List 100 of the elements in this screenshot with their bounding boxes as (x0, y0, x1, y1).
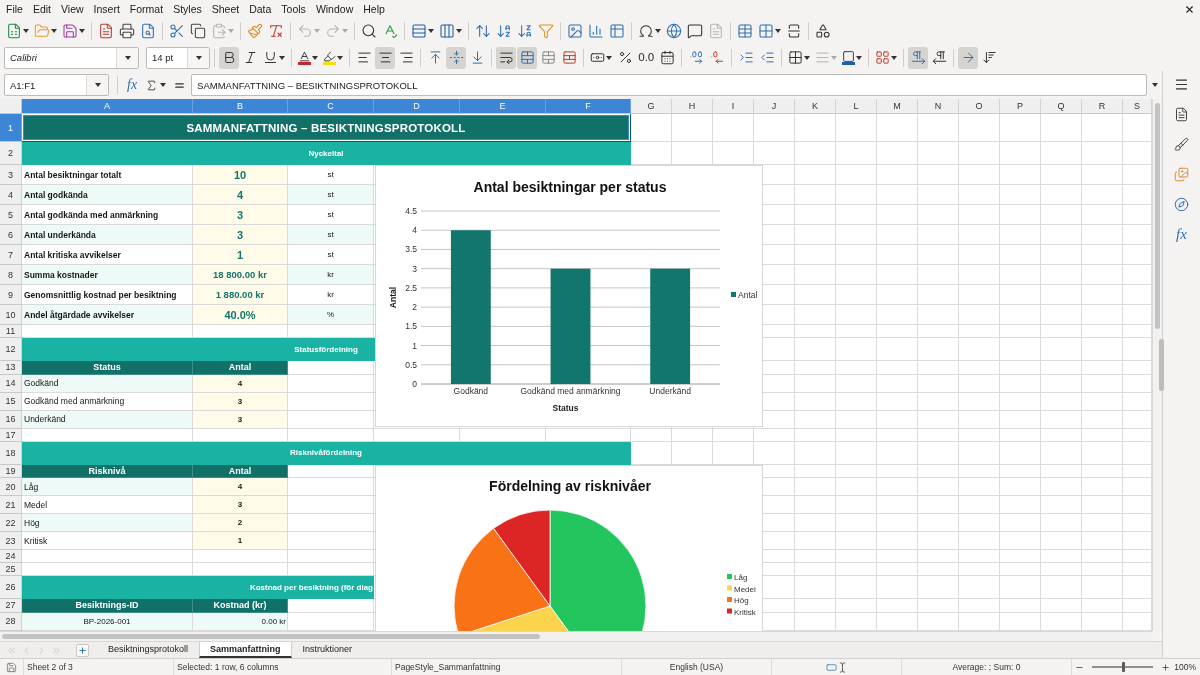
scrollbar-thumb[interactable] (2, 634, 540, 639)
axis-category-label: Godkänd (453, 386, 489, 396)
row-header[interactable]: 23 (0, 532, 22, 550)
center-vertically-icon (448, 50, 464, 65)
page-style-text[interactable]: PageStyle_Sammanfattning (395, 662, 501, 672)
menu-item[interactable]: Format (124, 1, 169, 17)
selection-mode-icon[interactable] (825, 661, 848, 673)
column-header[interactable]: D (374, 99, 460, 114)
row-header[interactable]: 24 (0, 550, 22, 563)
row-header[interactable]: 20 (0, 478, 22, 496)
add-sheet-button[interactable] (76, 644, 89, 657)
highlighter-icon (323, 50, 336, 65)
menu-item[interactable]: Insert (88, 1, 125, 17)
row-header[interactable]: 5 (0, 205, 22, 225)
wrap-text-icon (498, 50, 514, 65)
table-columns-icon (439, 23, 455, 39)
percent-icon (617, 50, 633, 65)
row-header[interactable]: 27 (0, 599, 22, 613)
menu-item[interactable]: File (1, 1, 28, 17)
column-header[interactable]: R (1082, 99, 1123, 114)
row-header[interactable]: 13 (0, 361, 22, 375)
column-header[interactable]: H (672, 99, 713, 114)
row-header[interactable]: 1 (0, 114, 22, 142)
sheet-tab[interactable]: Sammanfattning (199, 642, 292, 658)
menu-item[interactable]: Styles (168, 1, 207, 17)
row-header[interactable]: 10 (0, 305, 22, 325)
horizontal-scrollbar[interactable] (0, 631, 1152, 641)
row-header[interactable]: 7 (0, 245, 22, 265)
formula-input-field[interactable]: SAMMANFATTNING – BESIKTNINGSPROTOKOLL (191, 74, 1147, 96)
menu-item[interactable]: Data (244, 1, 277, 17)
dropdown-button[interactable] (187, 47, 209, 68)
align-center-button[interactable] (375, 46, 395, 69)
column-header[interactable]: O (959, 99, 1000, 114)
column-header[interactable]: G (631, 99, 672, 114)
column-header[interactable]: N (918, 99, 959, 114)
column-header[interactable]: E (460, 99, 546, 114)
merge-center-button[interactable] (517, 46, 537, 69)
language-text[interactable]: English (USA) (669, 662, 724, 672)
column-header[interactable]: L (836, 99, 877, 114)
sheet-tab[interactable]: Instruktioner (291, 642, 364, 658)
row-header[interactable]: 4 (0, 185, 22, 205)
styles-button[interactable] (1172, 136, 1191, 153)
column-header[interactable]: F (546, 99, 631, 114)
center-vertically-button[interactable] (446, 46, 466, 69)
zoom-slider-thumb[interactable] (1121, 662, 1125, 672)
navigator-button[interactable] (1172, 196, 1191, 213)
undo-icon (297, 23, 313, 39)
sidebar-handle[interactable] (1159, 339, 1164, 391)
wrap-text-button[interactable] (496, 46, 516, 69)
font-name-field[interactable]: Calibri (4, 46, 139, 69)
menu-item[interactable]: Edit (27, 1, 56, 17)
column-header[interactable]: C (288, 99, 374, 114)
column-header[interactable]: A (22, 99, 193, 114)
caret-icon (831, 55, 837, 60)
omega-icon (638, 23, 654, 39)
function-wizard-button[interactable]: fx (124, 74, 141, 96)
dropdown-button[interactable] (86, 75, 108, 95)
column-header[interactable]: I (713, 99, 754, 114)
row-header[interactable]: 3 (0, 165, 22, 185)
row-header[interactable]: 12 (0, 338, 22, 361)
column-header[interactable]: K (795, 99, 836, 114)
sheet-cell: 1 880.00 kr (193, 285, 288, 305)
number-format-button[interactable]: 0.0 (636, 46, 656, 69)
menu-item[interactable]: View (56, 1, 89, 17)
row-header[interactable]: 2 (0, 142, 22, 165)
row-header[interactable]: 21 (0, 496, 22, 514)
column-header[interactable]: S (1123, 99, 1152, 114)
column-header[interactable]: P (1000, 99, 1041, 114)
legend-label: Medel (734, 584, 756, 594)
column-header[interactable]: M (877, 99, 918, 114)
menu-item[interactable]: Help (358, 1, 390, 17)
sheet-tab[interactable]: Besiktningsprotokoll (97, 642, 200, 658)
bold-button[interactable] (219, 46, 239, 69)
globe-icon (666, 23, 682, 39)
column-header[interactable]: Q (1041, 99, 1082, 114)
row-header[interactable]: 9 (0, 285, 22, 305)
save-icon[interactable] (6, 661, 17, 673)
menu-item[interactable]: Tools (276, 1, 311, 17)
zoom-percentage[interactable]: 100% (1174, 662, 1196, 672)
row-header[interactable]: 22 (0, 514, 22, 532)
left-to-right-button[interactable] (908, 46, 928, 69)
column-header[interactable]: J (754, 99, 795, 114)
menu-item[interactable]: Window (310, 1, 359, 17)
sheet-position-text: Sheet 2 of 3 (27, 662, 73, 672)
menu-item[interactable]: Sheet (206, 1, 245, 17)
row-header[interactable]: 25 (0, 563, 22, 576)
indent-increase-icon (738, 50, 754, 65)
row-header[interactable]: 26 (0, 576, 22, 599)
row-header[interactable]: 18 (0, 441, 22, 465)
row-header[interactable]: 8 (0, 265, 22, 285)
caret-icon (23, 29, 29, 33)
dropdown-button[interactable] (116, 47, 138, 68)
column-header[interactable]: B (193, 99, 288, 114)
name-box-field[interactable]: A1:F1 (4, 74, 109, 96)
font-size-field[interactable]: 14 pt (146, 46, 210, 69)
scrollbar-thumb[interactable] (1155, 103, 1160, 329)
zoom-in-button[interactable] (1160, 661, 1171, 673)
row-header[interactable]: 11 (0, 325, 22, 338)
functions-button[interactable]: fx (1172, 226, 1191, 243)
row-header[interactable]: 6 (0, 225, 22, 245)
